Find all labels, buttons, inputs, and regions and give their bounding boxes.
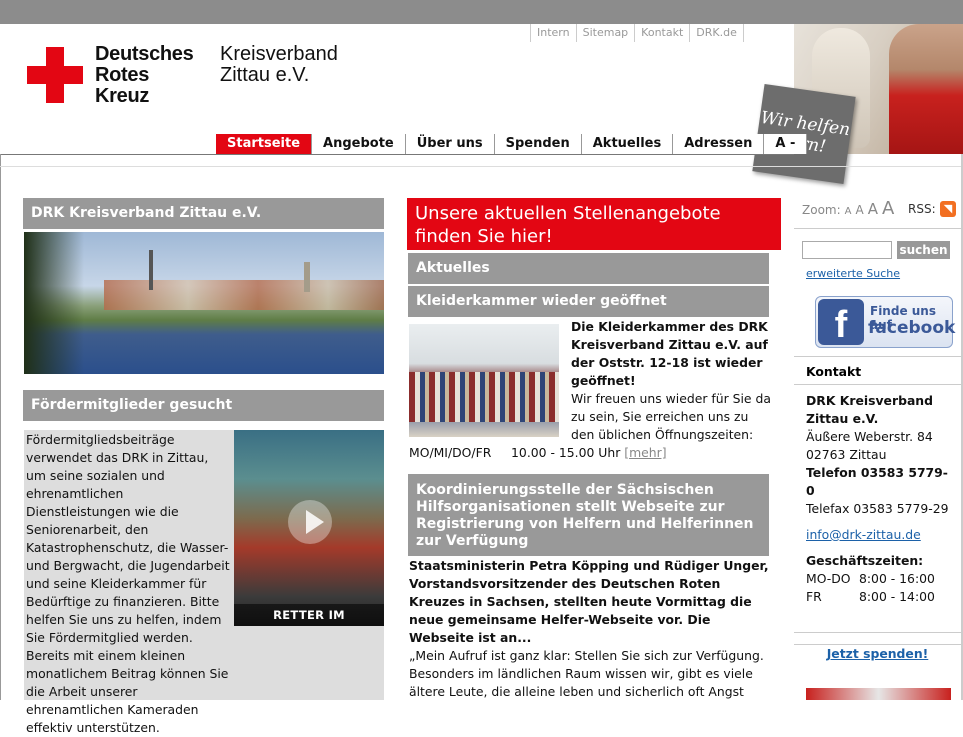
- contact-title: Kontakt: [806, 364, 862, 379]
- donate-image[interactable]: [806, 688, 951, 700]
- nav-item-aktuelles[interactable]: Aktuelles: [581, 134, 674, 154]
- box-title-foerdermitglieder: Fördermitglieder gesucht: [23, 390, 384, 421]
- util-link-kontakt[interactable]: Kontakt: [635, 24, 691, 42]
- zittau-lake-image: [24, 232, 384, 374]
- page-left-border: [0, 154, 1, 700]
- nav-item-adressen[interactable]: Adressen: [673, 134, 765, 154]
- facebook-badge[interactable]: f Finde uns auf facebook: [815, 296, 955, 348]
- utility-nav: Intern Sitemap Kontakt DRK.de: [530, 24, 744, 42]
- nav-item-startseite[interactable]: Startseite: [216, 134, 313, 154]
- rss-icon[interactable]: ◥: [940, 201, 956, 217]
- contact-block: DRK Kreisverband Zittau e.V. Äußere Webe…: [806, 392, 954, 606]
- nav-item-spenden[interactable]: Spenden: [494, 134, 582, 154]
- zoom-medium[interactable]: A: [855, 203, 863, 217]
- util-link-intern[interactable]: Intern: [531, 24, 577, 42]
- right-divider: [794, 384, 961, 385]
- retter-video-thumbnail[interactable]: RETTER IM EHRENAMT: [234, 430, 384, 626]
- search-input[interactable]: [802, 241, 892, 259]
- more-link[interactable]: [mehr]: [624, 445, 666, 460]
- hours-row: FR 8:00 - 14:00: [806, 589, 935, 604]
- zoom-small[interactable]: A: [845, 206, 852, 217]
- nav-item-angebote[interactable]: Angebote: [312, 134, 406, 154]
- donate-link[interactable]: Jetzt spenden!: [794, 646, 961, 661]
- nav-item-a-z[interactable]: A -: [764, 134, 808, 154]
- util-link-drk[interactable]: DRK.de: [690, 24, 744, 42]
- right-divider: [794, 632, 961, 633]
- article1-text: Die Kleiderkammer des DRK Kreisverband Z…: [571, 319, 771, 442]
- top-bar: [0, 0, 963, 24]
- content-top-divider: [0, 166, 961, 167]
- rss-label: RSS:: [908, 202, 936, 216]
- zoom-control: Zoom: A A A A: [802, 198, 895, 219]
- right-divider: [794, 228, 961, 229]
- contact-email-link[interactable]: info@drk-zittau.de: [806, 527, 921, 542]
- util-link-sitemap[interactable]: Sitemap: [577, 24, 636, 42]
- advanced-search-link[interactable]: erweiterte Suche: [806, 267, 900, 280]
- stellenangebote-banner[interactable]: Unsere aktuellen Stellenangebote finden …: [407, 198, 781, 250]
- facebook-icon: f: [818, 299, 864, 346]
- logo-wordmark[interactable]: Deutsches Rotes Kreuz: [95, 44, 194, 107]
- hours-row: MO-DO 8:00 - 16:00: [806, 571, 935, 586]
- kleiderkammer-image[interactable]: [409, 324, 559, 437]
- article-title-koordinierungsstelle[interactable]: Koordinierungsstelle der Sächsischen Hil…: [408, 474, 769, 556]
- search-button[interactable]: suchen: [897, 241, 950, 259]
- zoom-large[interactable]: A: [868, 200, 878, 218]
- zoom-xlarge[interactable]: A: [882, 198, 894, 219]
- box-title-aktuelles: Aktuelles: [408, 253, 769, 284]
- box-title-kreisverband: DRK Kreisverband Zittau e.V.: [23, 198, 384, 229]
- org-name: Kreisverband Zittau e.V.: [220, 43, 338, 86]
- main-nav: Startseite Angebote Über uns Spenden Akt…: [216, 134, 808, 154]
- right-divider: [794, 356, 961, 357]
- article2-text: Staatsministerin Petra Köpping und Rüdig…: [409, 558, 769, 699]
- article-title-kleiderkammer[interactable]: Kleiderkammer wieder geöffnet: [408, 286, 769, 317]
- nav-item-ueber-uns[interactable]: Über uns: [405, 134, 495, 154]
- video-caption: RETTER IM EHRENAMT: [234, 604, 384, 626]
- article1-hours: MO/MI/DO/FR 10.00 - 15.00 Uhr [mehr]: [409, 445, 667, 460]
- red-cross-logo-icon[interactable]: [27, 47, 83, 103]
- nav-divider: [0, 154, 794, 155]
- right-divider: [794, 644, 961, 645]
